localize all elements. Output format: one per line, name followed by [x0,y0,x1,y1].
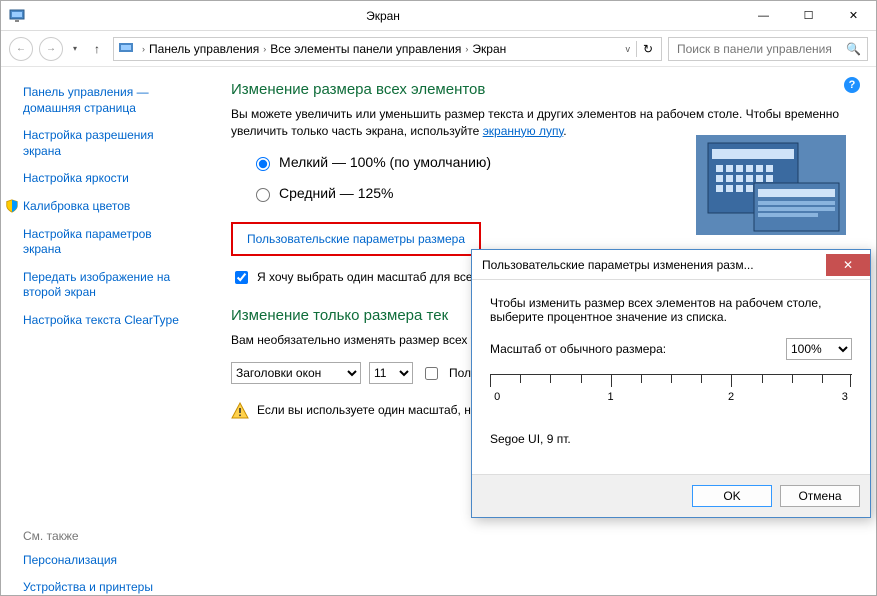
navbar: ← → ▾ ↑ › Панель управления › Все элемен… [1,31,876,67]
help-button[interactable]: ? [844,77,860,93]
scale-select[interactable]: 100% [786,338,852,360]
titlebar: Экран — ☐ ✕ [1,1,876,31]
back-button[interactable]: ← [9,37,33,61]
heading-resize-all: Изменение размера всех элементов [231,81,856,98]
search-box[interactable]: 🔍 [668,37,868,61]
dialog-title: Пользовательские параметры изменения раз… [482,258,826,272]
single-scale-label: Я хочу выбрать один масштаб для всех [257,270,478,284]
search-input[interactable] [675,41,846,57]
custom-size-highlight: Пользовательские параметры размера [231,222,481,256]
scale-label: Масштаб от обычного размера: [490,342,786,356]
warning-icon [231,402,249,420]
crumb-3[interactable]: Экран [472,42,506,56]
maximize-button[interactable]: ☐ [786,5,831,27]
dialog-close-button[interactable]: ✕ [826,254,870,276]
radio-medium-input[interactable] [256,188,270,202]
cancel-button[interactable]: Отмена [780,485,860,507]
sidebar-home[interactable]: Панель управления — домашняя страница [23,85,191,116]
font-sample: Segoe UI, 9 пт. [490,432,852,446]
search-icon[interactable]: 🔍 [846,42,861,56]
dropdown-caret[interactable]: v [625,44,630,54]
crumb-2[interactable]: Все элементы панели управления [270,42,461,56]
refresh-button[interactable]: ↻ [643,42,653,56]
radio-small-input[interactable] [256,157,270,171]
dialog-titlebar: Пользовательские параметры изменения раз… [472,250,870,280]
seealso-label: См. также [23,529,191,543]
up-button[interactable]: ↑ [87,42,107,56]
minimize-button[interactable]: — [741,5,786,27]
bold-checkbox[interactable] [425,367,438,380]
display-icon [9,8,25,24]
sidebar-item-resolution[interactable]: Настройка разрешения экрана [23,128,191,159]
seealso-devices[interactable]: Устройства и принтеры [23,580,191,596]
seealso-personalization[interactable]: Персонализация [23,553,191,569]
scale-ruler[interactable]: 0 1 2 3 [490,374,852,424]
breadcrumb[interactable]: › Панель управления › Все элементы панел… [113,37,662,61]
custom-dpi-dialog: Пользовательские параметры изменения раз… [471,249,871,518]
history-dropdown[interactable]: ▾ [69,44,81,53]
sidebar-item-calibration[interactable]: Калибровка цветов [23,199,130,215]
close-button[interactable]: ✕ [831,5,876,27]
shield-icon [5,199,19,213]
single-scale-checkbox[interactable] [235,271,248,284]
magnifier-link[interactable]: экранную лупу [483,124,564,138]
ok-button[interactable]: OK [692,485,772,507]
sidebar-item-display-settings[interactable]: Настройка параметров экрана [23,227,191,258]
crumb-1[interactable]: Панель управления [149,42,259,56]
custom-size-link[interactable]: Пользовательские параметры размера [247,232,465,246]
dialog-desc: Чтобы изменить размер всех элементов на … [490,296,852,324]
sidebar-item-cleartype[interactable]: Настройка текста ClearType [23,313,191,329]
preview-image [696,135,846,235]
fontsize-select[interactable]: 11 [369,362,413,384]
forward-button[interactable]: → [39,37,63,61]
window: Экран — ☐ ✕ ← → ▾ ↑ › Панель управления … [0,0,877,596]
window-title: Экран [25,9,741,23]
element-select[interactable]: Заголовки окон [231,362,361,384]
sidebar: Панель управления — домашняя страница На… [1,67,201,595]
sidebar-item-brightness[interactable]: Настройка яркости [23,171,191,187]
sidebar-item-project[interactable]: Передать изображение на второй экран [23,270,191,301]
monitor-icon [118,41,134,57]
